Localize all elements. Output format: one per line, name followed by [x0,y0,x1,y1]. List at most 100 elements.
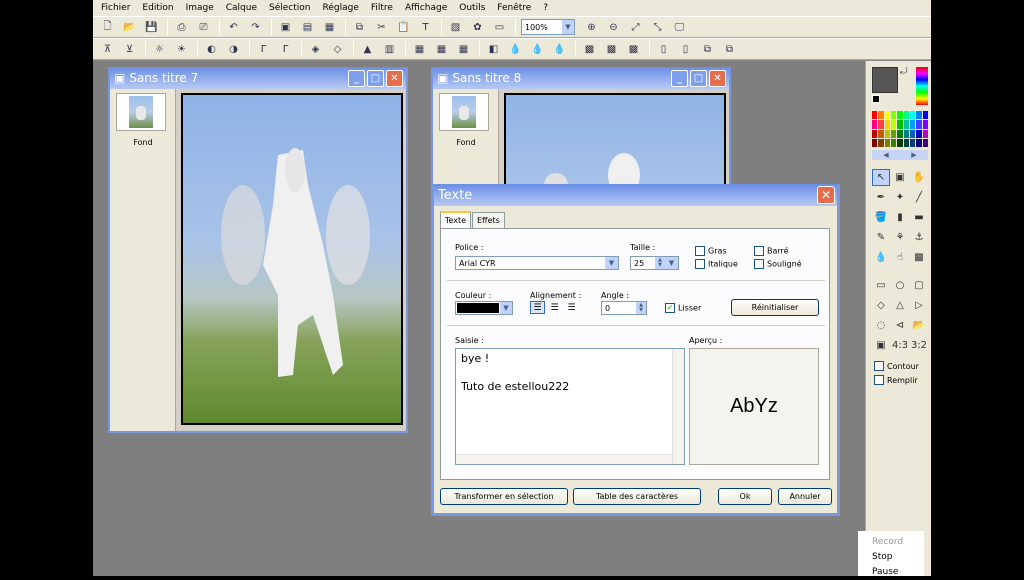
print-preview-icon[interactable]: ⎚ [195,19,212,36]
align-center-icon[interactable]: ☰ [547,301,562,314]
gamma-up-icon[interactable]: Γ [277,41,294,58]
layer-new-icon[interactable]: ▣ [277,19,294,36]
contrast-down-icon[interactable]: ◐ [203,41,220,58]
hand-tool-icon[interactable]: ✋ [910,169,928,186]
right-triangle-tool-icon[interactable]: ▷ [910,297,928,314]
maximize-button[interactable]: □ [367,70,384,87]
palette-swatch[interactable] [878,138,884,147]
hue-slider[interactable] [916,67,928,105]
open-file-icon[interactable]: 📂 [121,19,138,36]
menu-reglage[interactable]: Réglage [317,3,365,13]
eraser-tool-icon[interactable]: ▬ [910,209,928,226]
image-tool-icon[interactable]: ▩ [910,249,928,266]
folder-tool-icon[interactable]: 📂 [910,317,928,334]
color-palette[interactable] [872,111,928,147]
palette-swatch[interactable] [872,120,878,129]
brightness-up-icon[interactable]: ☀ [173,41,190,58]
foreground-color[interactable] [872,67,898,93]
ellipse-tool-icon[interactable]: ○ [891,277,909,294]
palette-swatch[interactable] [878,111,884,120]
auto-contrast-icon[interactable]: ⊻ [121,41,138,58]
color-swatch-3-icon[interactable]: ▩ [625,41,642,58]
angle-spinner[interactable]: 0 ▲ ▼ [601,301,647,315]
palette-swatch[interactable] [884,138,890,147]
pointer-shape-tool-icon[interactable]: ⊲ [891,317,909,334]
contour-checkbox[interactable] [874,361,884,371]
tab-texte[interactable]: Texte [440,211,472,228]
palette-swatch[interactable] [897,120,903,129]
palette-swatch[interactable] [903,129,909,138]
sharpen-icon[interactable]: ▲ [359,41,376,58]
remplir-option[interactable]: Remplir [874,375,918,385]
copy-3-icon[interactable]: ⧉ [721,41,738,58]
annuler-button[interactable]: Annuler [778,488,832,505]
taille-spinner[interactable]: 25 ▲ ▼ [630,256,666,270]
palette-swatch[interactable] [922,120,928,129]
window-icon[interactable]: ▭ [491,19,508,36]
palette-swatch[interactable] [916,138,922,147]
menu-outils[interactable]: Outils [453,3,491,13]
palette-swatch[interactable] [903,120,909,129]
police-select[interactable]: Arial CYR ▼ [455,256,619,270]
menu-image[interactable]: Image [180,3,220,13]
paste-icon[interactable]: 📋 [395,19,412,36]
record-item[interactable]: Record [872,535,924,550]
hue-icon[interactable]: ◇ [329,41,346,58]
gamma-down-icon[interactable]: Γ [255,41,272,58]
dialog-title-bar[interactable]: Texte ✕ [434,184,837,206]
palette-swatch[interactable] [891,111,897,120]
layer-duplicate-icon[interactable]: ▤ [299,19,316,36]
grid-1-icon[interactable]: ▦ [411,41,428,58]
pointer-tool-icon[interactable]: ↖ [872,169,890,186]
zoom-select[interactable]: 100% ▼ [521,19,575,35]
palette-swatch[interactable] [903,138,909,147]
spinner-arrows-icon[interactable]: ▲ ▼ [655,257,665,269]
text-tool-icon[interactable]: T [417,19,434,36]
contour-option[interactable]: Contour [874,361,919,371]
swap-colors-icon[interactable]: ⤾ [900,67,908,77]
move-tool-icon[interactable]: ▣ [891,169,909,186]
palette-swatch[interactable] [916,129,922,138]
redo-icon[interactable]: ↷ [247,19,264,36]
barre-option[interactable]: Barré [754,246,789,256]
palette-swatch[interactable] [903,111,909,120]
layer-merge-icon[interactable]: ▦ [321,19,338,36]
minimize-button[interactable]: _ [348,70,365,87]
drop-3-icon[interactable]: 💧 [551,41,568,58]
palette-swatch[interactable] [922,129,928,138]
table-caracteres-button[interactable]: Table des caractères [573,488,701,505]
diamond-tool-icon[interactable]: ◇ [872,297,890,314]
reinitialiser-button[interactable]: Réinitialiser [731,299,819,316]
menu-selection[interactable]: Sélection [263,3,316,13]
ratio-free-icon[interactable]: ▣ [872,337,890,354]
spinner-arrows-icon[interactable]: ▲ ▼ [636,302,646,314]
palette-swatch[interactable] [897,111,903,120]
fullscreen-icon[interactable]: 🖵 [671,19,688,36]
palette-icon[interactable]: ✿ [469,19,486,36]
palette-swatch[interactable] [922,111,928,120]
color-balance-icon[interactable]: ▥ [381,41,398,58]
stamp-tool-icon[interactable]: ⚓ [910,229,928,246]
print-icon[interactable]: ⎙ [173,19,190,36]
italique-option[interactable]: Italique [695,259,738,269]
lisser-option[interactable]: ✓ Lisser [665,303,701,313]
saturation-icon[interactable]: ◈ [307,41,324,58]
minimize-button[interactable]: _ [671,70,688,87]
palette-swatch[interactable] [910,120,916,129]
menu-edition[interactable]: Edition [136,3,179,13]
palette-swatch[interactable] [897,129,903,138]
page-2-icon[interactable]: ▯ [677,41,694,58]
background-color[interactable] [872,95,880,103]
new-file-icon[interactable]: 🗋 [99,19,116,36]
layer-thumbnail[interactable] [116,93,166,131]
taille-dropdown[interactable]: ▼ [665,256,679,270]
saisie-textarea[interactable]: bye ! Tuto de estellou222 [455,348,685,465]
color-swatch-2-icon[interactable]: ▩ [603,41,620,58]
palette-swatch[interactable] [897,138,903,147]
rectangle-tool-icon[interactable]: ▭ [872,277,890,294]
gras-option[interactable]: Gras [695,246,727,256]
gras-checkbox[interactable] [695,246,705,256]
barre-checkbox[interactable] [754,246,764,256]
ok-button[interactable]: Ok [718,488,772,505]
brightness-down-icon[interactable]: ☼ [151,41,168,58]
